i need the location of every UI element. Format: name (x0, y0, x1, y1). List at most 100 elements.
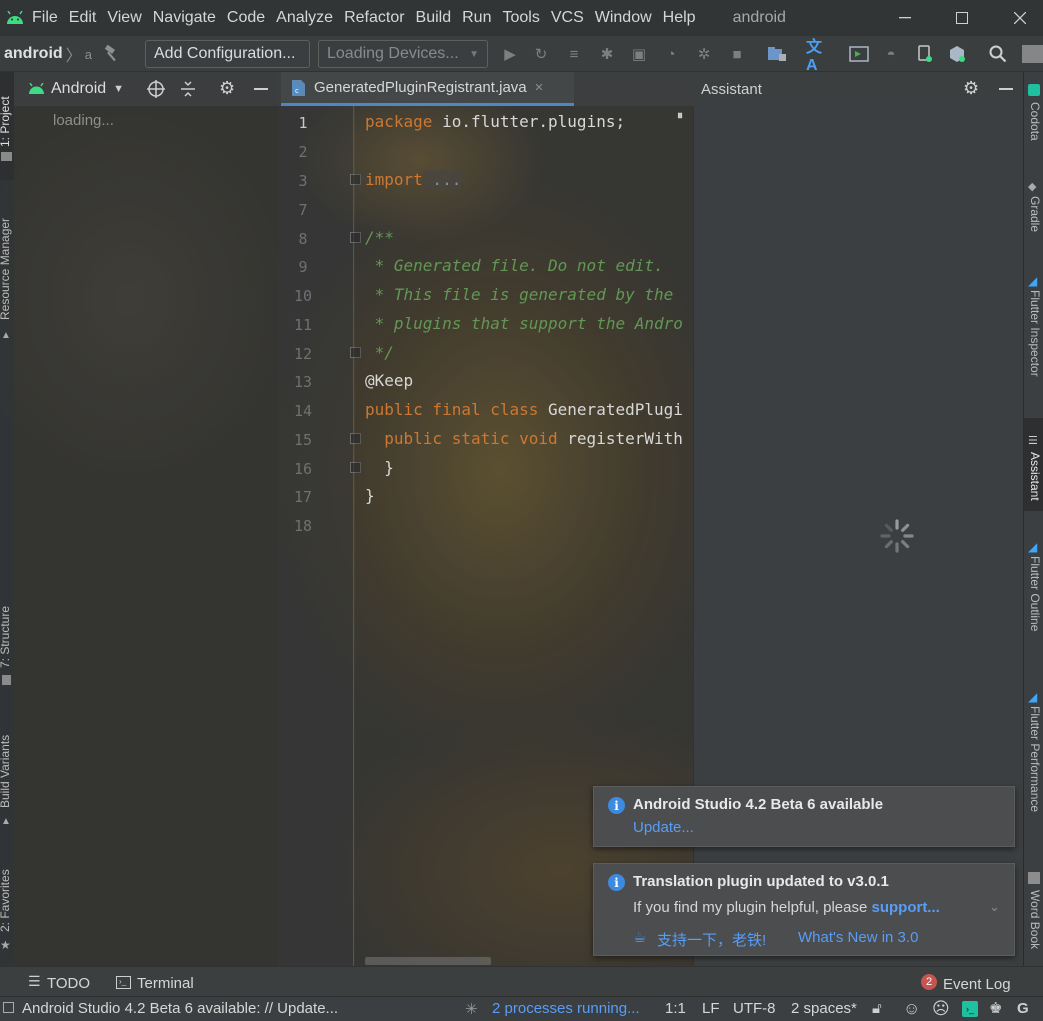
gear-icon[interactable]: ⚙ (963, 78, 979, 99)
line-number: 15 (293, 431, 313, 449)
update-link[interactable]: Update... (633, 819, 694, 836)
resource-manager-tab[interactable]: Resource Manager (0, 218, 12, 320)
project-tool-tab[interactable]: 1: Project (0, 96, 12, 147)
structure-tool-tab[interactable]: 7: Structure (0, 606, 12, 668)
apply-changes-icon[interactable]: ↻ (530, 44, 552, 64)
line-number: 14 (293, 402, 313, 420)
todo-tab[interactable]: TODO (47, 975, 90, 992)
window-title: android (732, 9, 786, 26)
keyword: public final class (365, 400, 539, 419)
line-number: 11 (293, 316, 313, 334)
device-manager-icon[interactable] (914, 44, 936, 64)
editor-tab-generated-plugin-registrant[interactable]: c GeneratedPluginRegistrant.java × (281, 72, 574, 106)
breadcrumb-project[interactable]: android (4, 45, 63, 63)
happy-face-icon[interactable]: ☺ (903, 999, 920, 1019)
star-icon: ★ (0, 938, 11, 952)
menu-build[interactable]: Build (414, 9, 461, 27)
status-message[interactable]: Android Studio 4.2 Beta 6 available: // … (22, 1000, 338, 1017)
whats-new-link[interactable]: What's New in 3.0 (798, 929, 918, 946)
avd-manager-icon[interactable]: ◓ (880, 44, 902, 64)
add-configuration-button[interactable]: Add Configuration... (145, 40, 310, 68)
attach-debugger-icon[interactable]: ✲ (693, 44, 715, 64)
build-variants-tab[interactable]: Build Variants (0, 735, 12, 808)
sync-gradle-icon[interactable] (848, 44, 870, 64)
line-number: 8 (298, 230, 308, 248)
codota-status-icon[interactable]: ›_ (962, 1001, 978, 1017)
code-annotation: @Keep (365, 371, 414, 390)
caret-position[interactable]: 1:1 (665, 1000, 686, 1017)
right-tool-window-strip: Codota ◆ Gradle ◢ Flutter Inspector ☰ As… (1023, 72, 1043, 966)
menu-vcs[interactable]: VCS (549, 9, 593, 27)
maximize-button[interactable] (934, 0, 990, 36)
processes-running-link[interactable]: 2 processes running... (492, 1000, 640, 1017)
line-number: 18 (293, 517, 313, 535)
expand-chevron-icon[interactable]: ⌄ (989, 899, 1000, 915)
code-line: public final class GeneratedPlugi (365, 400, 683, 419)
collapse-all-icon[interactable] (179, 80, 197, 102)
flutter-performance-tab[interactable]: Flutter Performance (1028, 706, 1042, 812)
menu-window[interactable]: Window (593, 9, 661, 27)
terminal-tab[interactable]: Terminal (137, 975, 194, 992)
locate-target-icon[interactable] (147, 80, 165, 102)
menu-code[interactable]: Code (225, 9, 274, 27)
close-tab-icon[interactable]: × (535, 79, 544, 96)
reader-mode-icon[interactable]: ⏸ (677, 108, 683, 123)
menu-edit[interactable]: Edit (67, 9, 106, 27)
horizontal-scrollbar[interactable] (365, 957, 491, 965)
file-encoding[interactable]: UTF-8 (733, 1000, 776, 1017)
codota-tab[interactable]: Codota (1028, 102, 1042, 141)
coverage-icon[interactable]: ▣ (628, 44, 650, 64)
flutter-inspector-tab[interactable]: Flutter Inspector (1028, 290, 1042, 377)
project-structure-icon[interactable] (766, 44, 788, 64)
menu-tools[interactable]: Tools (500, 9, 548, 27)
line-number: 2 (298, 143, 308, 161)
line-separator[interactable]: LF (702, 1000, 720, 1017)
minimize-panel-icon[interactable] (254, 88, 268, 90)
apply-code-changes-icon[interactable]: ≡ (563, 44, 585, 64)
event-log-tab[interactable]: Event Log (943, 976, 1011, 993)
menu-analyze[interactable]: Analyze (274, 9, 342, 27)
gear-icon[interactable]: ⚙ (219, 78, 235, 99)
menu-view[interactable]: View (105, 9, 150, 27)
menu-file[interactable]: File (30, 9, 67, 27)
sdk-manager-icon[interactable] (946, 44, 968, 64)
stop-icon[interactable]: ■ (726, 44, 748, 64)
flutter-outline-tab[interactable]: Flutter Outline (1028, 556, 1042, 631)
chevron-down-icon[interactable]: ▼ (113, 83, 124, 95)
run-icon[interactable]: ▶ (499, 44, 521, 64)
breadcrumb-item[interactable]: a (85, 47, 92, 62)
profile-icon[interactable]: ◔ (660, 44, 682, 64)
debug-icon[interactable]: ✱ (596, 44, 618, 64)
minimize-panel-icon[interactable] (999, 88, 1013, 90)
toolbar-overflow-icon[interactable] (1022, 45, 1043, 63)
make-project-hammer-icon[interactable] (100, 44, 122, 64)
google-icon[interactable]: G (1017, 1000, 1029, 1017)
device-selector[interactable]: Loading Devices... ▼ (318, 40, 488, 68)
gradle-tab[interactable]: Gradle (1028, 196, 1042, 232)
build-variants-icon: ▲ (1, 816, 11, 827)
menu-refactor[interactable]: Refactor (342, 9, 413, 27)
indent-setting[interactable]: 2 spaces* (791, 1000, 857, 1017)
inspector-icon[interactable]: ♚ (989, 999, 1002, 1017)
menu-run[interactable]: Run (460, 9, 500, 27)
left-tool-window-strip: 1: Project Resource Manager ▲ 7: Structu… (0, 72, 14, 966)
toggle-tool-windows-icon[interactable] (3, 1002, 14, 1013)
favorites-tool-tab[interactable]: 2: Favorites (0, 869, 12, 932)
project-view-selector[interactable]: Android (51, 80, 106, 98)
android-studio-logo-icon (0, 0, 30, 36)
menu-navigate[interactable]: Navigate (151, 9, 225, 27)
sad-face-icon[interactable]: ☹ (932, 999, 950, 1019)
folded-imports[interactable]: ... (422, 170, 462, 189)
assistant-tab[interactable]: Assistant (1028, 452, 1042, 501)
menu-help[interactable]: Help (661, 9, 705, 27)
lock-icon[interactable]: 🔓︎ (872, 1000, 882, 1017)
donate-action-link[interactable]: 支持一下，老铁! (657, 929, 766, 950)
code-comment: * plugins that support the Andro (365, 314, 683, 333)
minimize-button[interactable] (877, 0, 933, 36)
word-book-tab[interactable]: Word Book (1028, 890, 1042, 949)
close-window-button[interactable] (992, 0, 1043, 36)
translate-icon[interactable]: 文A (806, 39, 828, 74)
breadcrumb[interactable]: android 〉 a (4, 36, 92, 72)
support-link[interactable]: support... (871, 899, 939, 916)
search-everywhere-icon[interactable] (987, 44, 1009, 64)
